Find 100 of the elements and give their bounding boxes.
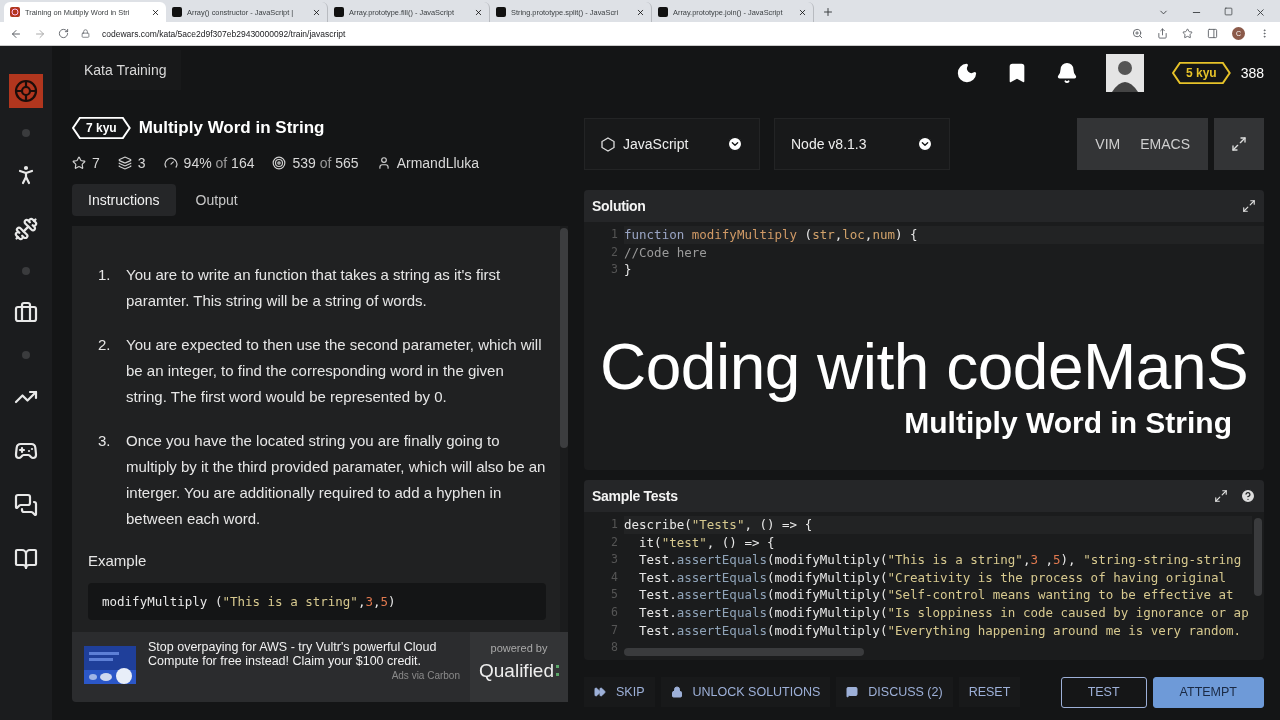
scrollbar-thumb[interactable] [560, 228, 568, 448]
line-number: 8 [611, 639, 618, 657]
action-button[interactable]: DISCUSS (2) [836, 677, 953, 707]
overlay-title: Coding with codeManS [600, 330, 1249, 404]
chevron-icon [727, 136, 743, 152]
chat-icon [846, 686, 859, 698]
code-line: Test.assertEquals(modifyMultiply("This is a string",3 ,5), "string-string-string [638, 551, 1243, 569]
dot-icon [22, 129, 30, 137]
layers-icon [117, 156, 132, 170]
instruction-text: You are to write an function that takes a string as it's first paramter. This string will be a string of words. [126, 265, 502, 311]
line-number: 2 [611, 533, 618, 551]
close-icon[interactable] [636, 7, 645, 17]
tab[interactable]: Instructions [72, 184, 176, 216]
line-number: 1 [611, 516, 618, 533]
close-icon[interactable] [474, 7, 483, 17]
code-line: Test.assertEquals(modifyMultiply("Self-control means wanting to be effective at [638, 586, 1235, 604]
star-icon [72, 156, 86, 170]
gauge-icon [163, 156, 178, 170]
target-icon [272, 156, 287, 170]
nav-link[interactable]: Kata Training [70, 50, 181, 90]
stat-text: 94% of 164 [183, 155, 255, 171]
zoom-icon[interactable] [1132, 28, 1143, 39]
briefcase-icon[interactable] [14, 301, 38, 325]
instruction-text: Once you have the located string you are finally going to multiply by it the third provided paramater, which will also be an interger. You are additionally required to add a hyphen in between each word. [126, 431, 546, 529]
avatar[interactable] [1105, 54, 1144, 92]
share-icon[interactable] [1157, 28, 1168, 39]
bell-icon[interactable] [1055, 62, 1078, 84]
line-number: 4 [611, 568, 618, 586]
panel-title: Sample Tests [592, 488, 678, 504]
attempt-button[interactable]: ATTEMPT [1152, 676, 1264, 708]
stat-text: 3 [137, 155, 146, 171]
bookmark-star-icon[interactable] [1182, 28, 1193, 39]
expand-icon [1231, 136, 1247, 152]
language-select[interactable]: JavaScript [584, 118, 760, 170]
line-number: 6 [611, 603, 618, 621]
code-line: Test.assertEquals(modifyMultiply("Creativity is the process of having original [638, 568, 1228, 587]
chat-icon[interactable] [14, 493, 38, 517]
tab[interactable]: Output [179, 184, 254, 216]
ad-credit: Ads via Carbon [391, 670, 460, 681]
rank-badge: 5 kyu [1171, 62, 1231, 84]
expand-icon[interactable] [1214, 489, 1228, 503]
stat-text: 7 [92, 155, 100, 171]
panel-title: Solution [592, 198, 646, 214]
maximize-icon[interactable] [1224, 7, 1233, 16]
line-number: 5 [611, 586, 618, 604]
close-icon[interactable] [798, 7, 807, 17]
moon-icon[interactable] [955, 62, 978, 84]
help-icon[interactable] [1240, 488, 1256, 504]
dumbbell-icon[interactable] [14, 217, 38, 241]
expand-icon[interactable] [1242, 199, 1256, 213]
example-heading: Example [88, 552, 148, 569]
close-icon[interactable] [151, 7, 160, 17]
logo-icon[interactable] [9, 74, 43, 108]
list-number: 2. [98, 335, 112, 355]
close-icon[interactable] [312, 7, 321, 17]
line-number: 1 [611, 226, 618, 243]
line-number: 3 [611, 551, 618, 569]
version-select[interactable]: Node v8.1.3 [774, 118, 950, 170]
back-icon[interactable] [10, 27, 22, 40]
code-line: Test.assertEquals(modifyMultiply("Everything happening around me is very random. [638, 621, 1243, 640]
close-icon[interactable] [1255, 7, 1266, 18]
brand-logo[interactable]: Qualified [479, 660, 559, 682]
mode-button[interactable]: EMACS [1130, 118, 1200, 170]
hexagon-icon [601, 136, 615, 152]
fullscreen-button[interactable] [1214, 118, 1264, 170]
code-line: //Code here [624, 243, 708, 262]
square-icon [496, 7, 506, 17]
scrollbar-thumb[interactable] [624, 648, 864, 656]
code-line: it("test", () => { [638, 533, 776, 552]
list-number: 1. [98, 265, 112, 285]
side-panel-icon[interactable] [1207, 28, 1218, 39]
fast-forward-icon [594, 686, 606, 698]
ad-text[interactable]: Stop overpaying for AWS - try Vultr's powerful Cloud Compute for free instead! Claim your $100 credit. [148, 640, 448, 668]
honor-count: 388 [1240, 65, 1264, 81]
overlay-subtitle: Multiply Word in String [904, 406, 1232, 440]
kata-title: Multiply Word in String [138, 118, 325, 138]
book-icon[interactable] [14, 547, 38, 571]
list-number: 3. [98, 431, 112, 451]
code-line: Test.assertEquals(modifyMultiply("Is sloppiness in code caused by ignorance or ap [638, 603, 1250, 622]
rank-badge: 7 kyu [72, 117, 131, 139]
mode-button[interactable]: VIM [1085, 118, 1131, 170]
square-icon [334, 7, 344, 17]
line-number: 2 [611, 243, 618, 261]
action-button[interactable]: SKIP [584, 677, 655, 707]
address-field[interactable]: codewars.com/kata/5ace2d9f307eb29430000092/train/javascript [102, 28, 346, 39]
action-button[interactable]: RESET [958, 677, 1021, 707]
scrollbar-thumb[interactable] [1254, 518, 1262, 596]
stat-text: 539 of 565 [292, 155, 359, 171]
line-number: 3 [611, 261, 618, 279]
reload-icon[interactable] [58, 28, 69, 39]
square-icon [658, 7, 668, 17]
new-tab-icon[interactable] [822, 6, 834, 18]
stat-text: ArmandLluka [396, 155, 480, 171]
instruction-text: You are expected to then use the second parameter, which will be an integer, to find the corresponding word in the given string. The first word would be represented by 0. [126, 335, 543, 407]
line-number: 7 [611, 621, 618, 639]
ad-banner[interactable]: Stop overpaying for AWS - try Vultr's powerful Cloud Compute for free instead! Claim your $100 credit. Ads via Carbon powered by Qualified [72, 632, 568, 702]
user-icon [376, 156, 391, 170]
test-button[interactable]: TEST [1060, 676, 1147, 708]
action-button[interactable]: UNLOCK SOLUTIONS [660, 677, 831, 707]
code-line: } [624, 261, 633, 279]
